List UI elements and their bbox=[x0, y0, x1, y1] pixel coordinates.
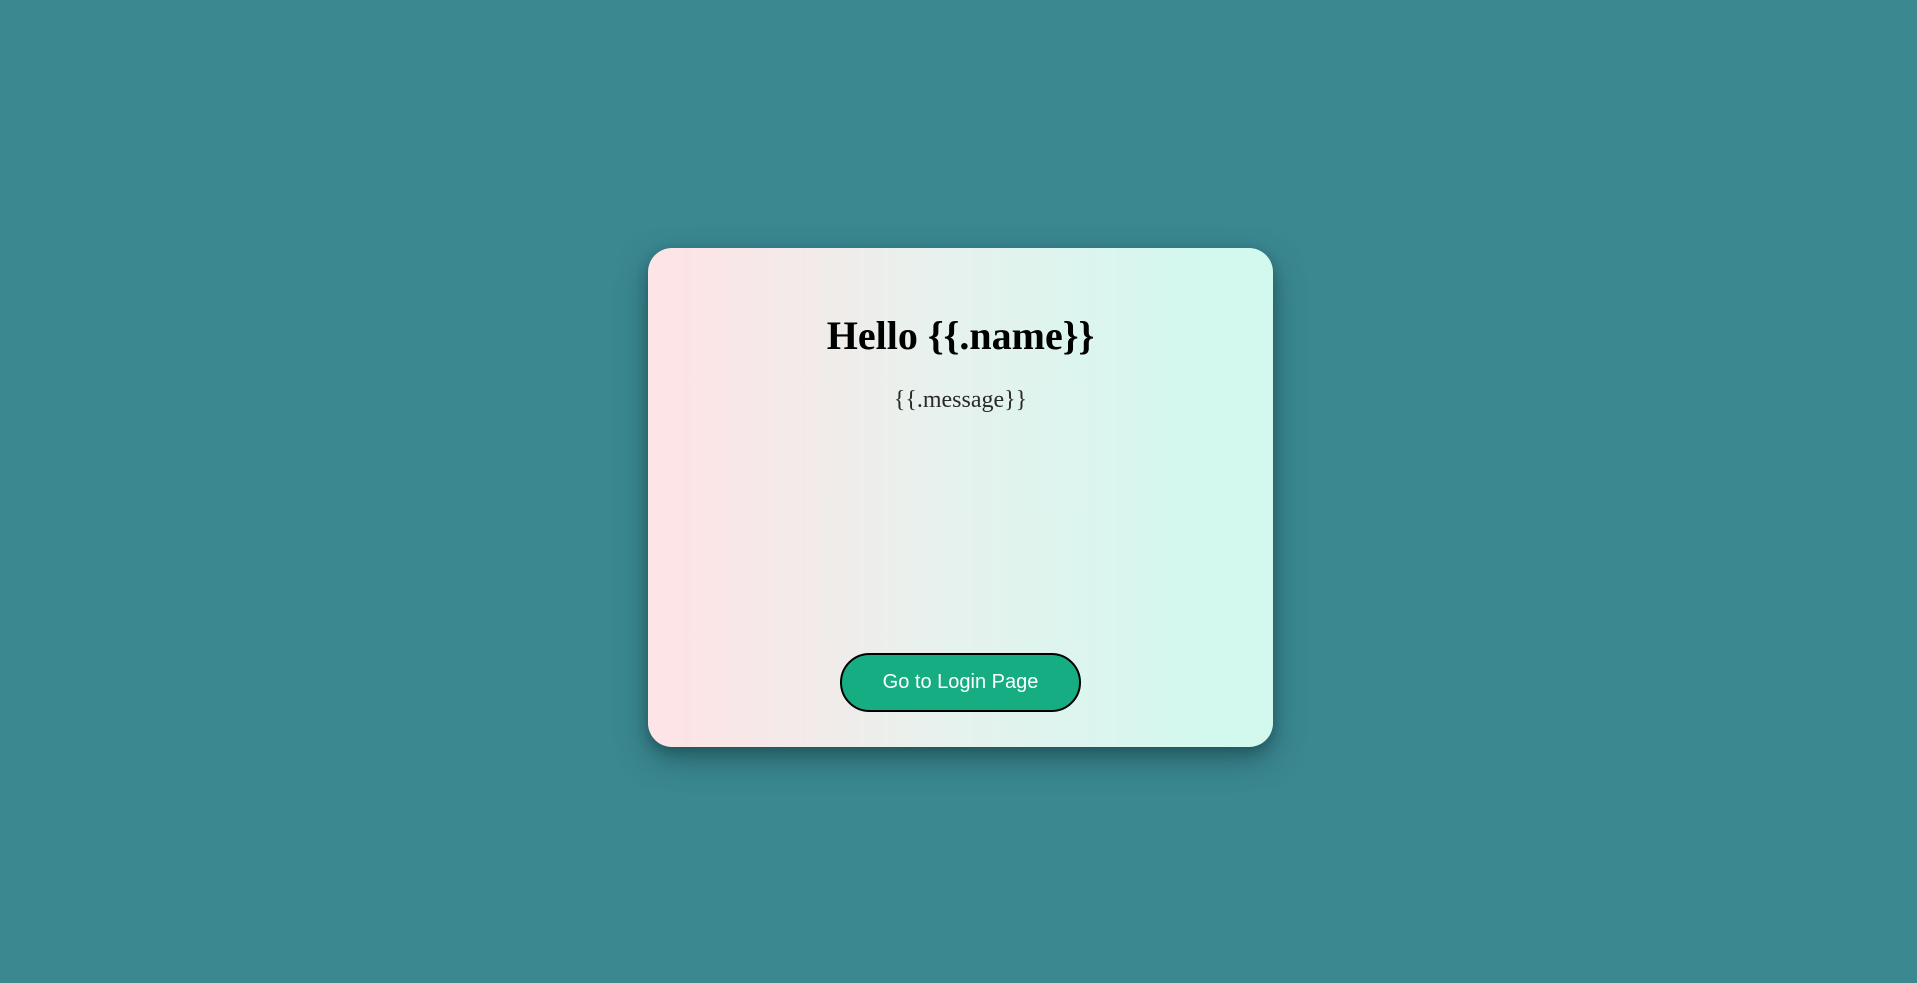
greeting-title: Hello {{.name}} bbox=[826, 313, 1095, 358]
greeting-message: {{.message}} bbox=[893, 387, 1028, 413]
greeting-card: Hello {{.name}} {{.message}} Go to Login… bbox=[648, 248, 1273, 747]
go-to-login-button[interactable]: Go to Login Page bbox=[840, 653, 1081, 712]
